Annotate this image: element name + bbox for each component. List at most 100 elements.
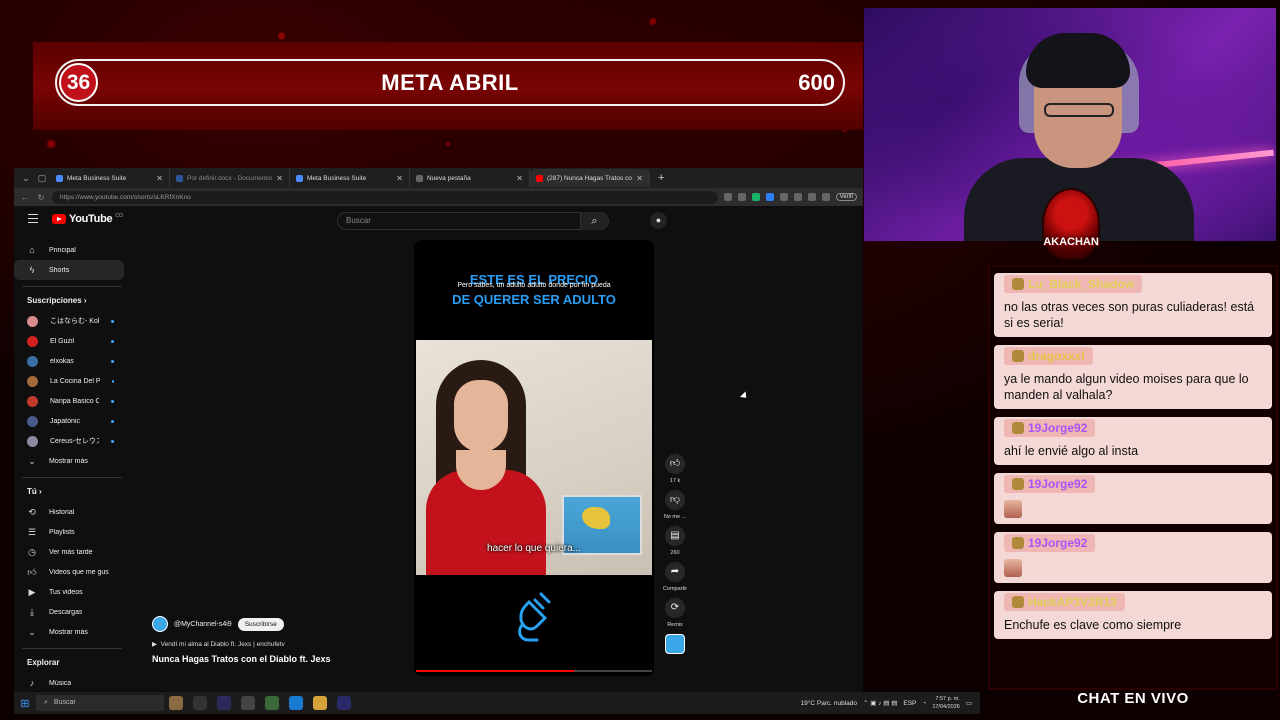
- channel-avatar: [27, 355, 38, 367]
- channel-handle[interactable]: @MyChannel-s4i9: [174, 621, 232, 628]
- chat-username[interactable]: dragoxxxl: [1004, 347, 1093, 365]
- subscription-label: Japatonic: [50, 417, 80, 425]
- tray-icons[interactable]: ⌃ ▣ ♪ ▤ ▤: [863, 699, 897, 707]
- sidebar-item-you[interactable]: 👍︎ Videos que me gus...: [14, 562, 124, 582]
- sidebar-item-label: Mostrar más: [49, 457, 88, 465]
- close-tab-icon[interactable]: ✕: [516, 174, 523, 183]
- tab-new-tab[interactable]: Nueva pestaña ✕: [410, 169, 530, 187]
- close-tab-icon[interactable]: ✕: [156, 174, 163, 183]
- share-button[interactable]: ➦: [665, 562, 685, 582]
- favorites-bar-icon[interactable]: [807, 193, 816, 201]
- sound-avatar[interactable]: [665, 634, 685, 654]
- new-tab-button[interactable]: +: [650, 172, 672, 184]
- taskbar-search-input[interactable]: ⌕ Buscar: [36, 695, 164, 711]
- chat-message: 19Jorge92 ahí le envié algo al insta: [994, 417, 1272, 465]
- comments-button[interactable]: ▤: [665, 526, 685, 546]
- close-tab-icon[interactable]: ✕: [636, 174, 643, 183]
- wifi-icon[interactable]: ◔: [922, 700, 926, 707]
- short-video-player[interactable]: ESTE ES EL PRECIO DE QUERER SER ADULTO P…: [414, 240, 654, 676]
- chat-username[interactable]: 19Jorge92: [1004, 475, 1096, 493]
- remix-button[interactable]: ⟳: [665, 598, 685, 618]
- microphone-icon[interactable]: ●: [650, 212, 667, 229]
- search-icon[interactable]: ⌕: [580, 212, 608, 230]
- youtube-logo[interactable]: YouTube CO: [52, 213, 123, 225]
- subscription-item[interactable]: elxokas: [14, 351, 124, 371]
- extension-icon[interactable]: [765, 193, 774, 201]
- app-icon[interactable]: [241, 696, 255, 710]
- sidebar-item-home[interactable]: ⌂ Principal: [14, 240, 124, 260]
- like-button[interactable]: 👍︎: [665, 454, 685, 474]
- workspaces-icon[interactable]: ▢: [34, 171, 50, 185]
- url-field[interactable]: https://www.youtube.com/shorts/sLKRfXnKn…: [52, 190, 718, 204]
- reader-icon[interactable]: [723, 193, 732, 201]
- subscriptions-show-more[interactable]: ⌄ Mostrar más: [14, 451, 124, 471]
- chat-username[interactable]: Lu_Black_Shadow: [1004, 275, 1143, 293]
- tab-meta-business-1[interactable]: Meta Business Suite ✕: [50, 169, 170, 187]
- subscription-item[interactable]: La Cocina Del Pir...: [14, 371, 124, 391]
- subscriptions-header[interactable]: Suscripciones ›: [14, 291, 130, 311]
- obs-icon[interactable]: [265, 696, 279, 710]
- sidebar-item-label: Playlists: [49, 528, 75, 536]
- chat-username[interactable]: 19Jorge92: [1004, 534, 1096, 552]
- tab-youtube-short[interactable]: (287) Nunca Hagas Tratos con ✕: [530, 169, 650, 187]
- extension-icon[interactable]: [779, 193, 788, 201]
- sidebar-item-you[interactable]: ⌄ Mostrar más: [14, 622, 124, 642]
- profile-button[interactable]: Verifi: [835, 193, 857, 201]
- sidebar-item-you[interactable]: ◷ Ver más tarde: [14, 542, 124, 562]
- subscriptions-list: こはならむ- Koh... El Guzil elxokas La Cocina De…: [14, 311, 130, 451]
- sidebar-item-music[interactable]: ♪ Música: [14, 673, 124, 692]
- video-title[interactable]: Nunca Hagas Tratos con el Diablo ft. Jex…: [152, 654, 331, 664]
- chat-username[interactable]: 19Jorge92: [1004, 419, 1096, 437]
- language-indicator[interactable]: ESP: [903, 700, 916, 707]
- extension-icon[interactable]: [751, 193, 760, 201]
- sidebar-item-you[interactable]: ▶ Tus videos: [14, 582, 124, 602]
- collections-icon[interactable]: [821, 193, 830, 201]
- clock[interactable]: 7:57 p. m. 17/04/2026: [932, 695, 960, 711]
- notifications-icon[interactable]: ▭: [966, 699, 972, 707]
- sidebar-item-you[interactable]: ☰ Playlists: [14, 522, 124, 542]
- subscription-item[interactable]: Cereus-セレウス-: [14, 431, 124, 451]
- favorite-icon[interactable]: [737, 193, 746, 201]
- chat-username[interactable]: HackAP3V2R13: [1004, 593, 1125, 611]
- chat-message-text: Enchufe es clave como siempre: [1004, 618, 1182, 632]
- enchufe-logo-icon: [518, 592, 551, 642]
- video-progress-bar[interactable]: [416, 670, 652, 672]
- tab-meta-business-2[interactable]: Meta Business Suite ✕: [290, 169, 410, 187]
- new-content-dot: [111, 359, 114, 363]
- home-icon: ⌂: [29, 245, 35, 255]
- tab-docs[interactable]: Por definir.docx - Documentos de✕: [170, 169, 290, 187]
- you-header[interactable]: Tú ›: [14, 482, 130, 502]
- file-explorer-icon[interactable]: [313, 696, 327, 710]
- task-view-icon[interactable]: [193, 696, 207, 710]
- weather-widget[interactable]: 19°C Parc. nublado: [801, 700, 857, 707]
- dislike-button[interactable]: 👎︎: [665, 490, 685, 510]
- edge-icon[interactable]: [289, 696, 303, 710]
- back-icon[interactable]: ←: [20, 193, 30, 202]
- system-tray: 19°C Parc. nublado ⌃ ▣ ♪ ▤ ▤ ESP ◔ 7:57 …: [801, 695, 980, 711]
- search-input[interactable]: Buscar ⌕: [337, 212, 609, 230]
- refresh-icon[interactable]: ↻: [36, 193, 46, 202]
- sound-link[interactable]: ▶ Vendí mi alma al Diablo ft. Jexs | enc…: [152, 640, 331, 648]
- tab-list-icon[interactable]: ⌄: [18, 171, 34, 185]
- windows-start-icon[interactable]: ⊞: [14, 697, 36, 710]
- sidebar-item-shorts[interactable]: ϟ Shorts: [14, 260, 124, 280]
- video-progress-fill: [416, 670, 575, 672]
- subscription-item[interactable]: Japatonic: [14, 411, 124, 431]
- photoshop-icon[interactable]: [217, 696, 231, 710]
- share-action: ➦ Compartir: [658, 562, 692, 592]
- search-icon: ⌕: [44, 699, 48, 706]
- premiere-icon[interactable]: [337, 696, 351, 710]
- close-tab-icon[interactable]: ✕: [276, 174, 283, 183]
- sidebar-item-you[interactable]: ⤓ Descargas: [14, 602, 124, 622]
- close-tab-icon[interactable]: ✕: [396, 174, 403, 183]
- subscribe-button[interactable]: Suscribirse: [237, 617, 284, 631]
- sidebar-item-you[interactable]: ⟲ Historial: [14, 502, 124, 522]
- menu-icon[interactable]: [28, 214, 38, 223]
- subscription-item[interactable]: Nanpa Basico O...: [14, 391, 124, 411]
- thumbs-up-icon: 👍︎: [27, 566, 37, 577]
- channel-avatar[interactable]: [152, 616, 168, 632]
- subscription-item[interactable]: こはならむ- Koh...: [14, 311, 124, 331]
- split-screen-icon[interactable]: [793, 193, 802, 201]
- subscription-item[interactable]: El Guzil: [14, 331, 124, 351]
- overlay-title-line: DE QUERER SER ADULTO: [452, 292, 616, 307]
